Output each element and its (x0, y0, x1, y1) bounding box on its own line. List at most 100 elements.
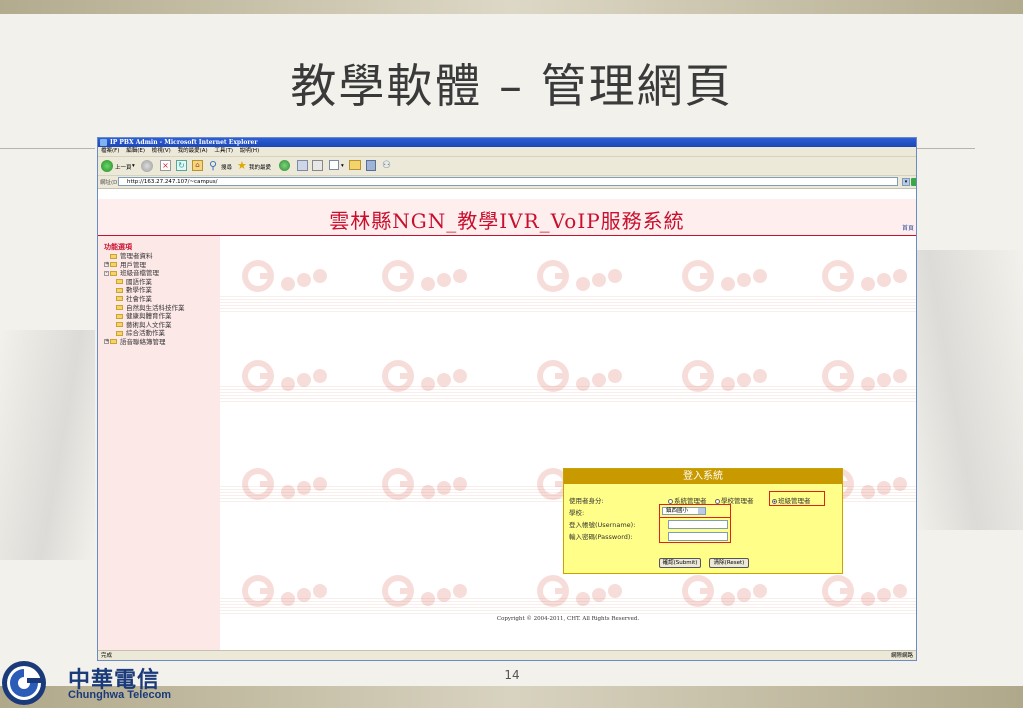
folder-icon (110, 339, 117, 345)
collapse-icon[interactable]: - (104, 270, 109, 276)
history-icon[interactable] (279, 160, 290, 171)
sidebar-item-label: 綜合活動作業 (126, 329, 165, 338)
menu-edit[interactable]: 編輯(E) (126, 148, 145, 154)
sidebar-item-admin-profile[interactable]: 管理者資料 (104, 252, 185, 261)
status-bar: 完成 網際網路 (98, 650, 916, 660)
watermark-logo-icon (240, 256, 330, 300)
watermark-logo-icon (820, 571, 910, 615)
main-area: 登入系統 使用者身分: 系統管理者 學校管理者 班級管理者 學校: 鎮西國小 登… (220, 236, 916, 650)
watermark-logo-icon (820, 256, 910, 300)
search-label[interactable]: 搜尋 (221, 163, 232, 171)
address-bar: 網址(D) http://163.27.247.107/~campus/ ▾ (98, 176, 916, 189)
search-icon[interactable]: ⚲ (209, 160, 220, 171)
home-icon[interactable]: ⌂ (192, 160, 203, 171)
folder-icon (110, 262, 117, 268)
messenger-icon[interactable]: ⚇ (382, 160, 394, 171)
print-icon[interactable] (312, 160, 323, 171)
expand-icon[interactable]: + (104, 339, 109, 345)
watermark-logo-icon (380, 571, 470, 615)
watermark-logo-icon (535, 256, 625, 300)
refresh-icon[interactable]: ↻ (176, 160, 187, 171)
sidebar-item-users[interactable]: + 用戶管理 (104, 261, 185, 270)
mail-icon[interactable] (297, 160, 308, 171)
browser-title: IP PBX Admin - Microsoft Internet Explor… (110, 139, 258, 146)
sidebar-item-math[interactable]: 數學作業 (104, 286, 185, 295)
submit-button[interactable]: 確認(Submit) (659, 558, 701, 568)
username-label: 登入帳號(Username): (569, 521, 636, 529)
sidebar-item-class-audio[interactable]: - 班級音檔管理 (104, 269, 185, 278)
highlight-box (659, 517, 731, 543)
watermark-logo-icon (380, 356, 470, 400)
menu-view[interactable]: 檢視(V) (152, 148, 171, 154)
back-label[interactable]: 上一頁 (115, 163, 132, 171)
background-decoration-left (0, 330, 95, 560)
folder-icon[interactable] (349, 160, 361, 170)
watermark-logo-icon (680, 571, 770, 615)
watermark-logo-icon (680, 356, 770, 400)
forward-icon[interactable] (141, 160, 153, 172)
sidebar-tree: 管理者資料 + 用戶管理 - 班級音檔管理 國語作業 數學作業 社會作業 自然與… (104, 252, 185, 347)
page-content: 雲林縣NGN_教學IVR_VoIP服務系統 首頁 功能選項 管理者資料 + 用戶管… (98, 199, 916, 650)
logo-text-en: Chunghwa Telecom (68, 689, 172, 701)
sidebar-item-voice-notebook[interactable]: + 語音聯絡簿管理 (104, 338, 185, 347)
folder-icon (116, 322, 123, 328)
back-icon[interactable] (101, 160, 113, 172)
sidebar-item-science[interactable]: 自然與生活科技作業 (104, 304, 185, 313)
watermark-logo-icon (535, 356, 625, 400)
reset-button[interactable]: 清除(Reset) (709, 558, 749, 568)
sidebar-item-label: 班級音檔管理 (120, 269, 159, 278)
go-icon[interactable] (911, 178, 916, 186)
sidebar-item-label: 社會作業 (126, 294, 152, 303)
sidebar-item-social[interactable]: 社會作業 (104, 295, 185, 304)
ie-icon (100, 139, 107, 146)
page-number: 14 (504, 668, 520, 682)
school-label: 學校: (569, 509, 585, 517)
highlight-box (659, 504, 731, 518)
home-link[interactable]: 首頁 (902, 223, 914, 232)
menu-bar: 檔案(F) 編輯(E) 檢視(V) 我的最愛(A) 工具(T) 說明(H) (98, 147, 916, 157)
watermark-logo-icon (380, 464, 470, 508)
folder-icon (116, 287, 123, 293)
browser-window: IP PBX Admin - Microsoft Internet Explor… (97, 137, 917, 661)
slide-top-band (0, 0, 1023, 14)
title-divider-right (915, 148, 975, 149)
status-zone: 網際網路 (890, 653, 913, 659)
page-header: 雲林縣NGN_教學IVR_VoIP服務系統 首頁 (98, 199, 916, 235)
menu-favorites[interactable]: 我的最愛(A) (178, 148, 208, 154)
radio-icon[interactable] (668, 498, 673, 504)
folder-icon (110, 270, 117, 276)
edit-icon[interactable] (329, 160, 339, 170)
edit-dropdown-icon[interactable]: ▾ (341, 163, 344, 169)
research-icon[interactable] (366, 160, 376, 171)
favorites-icon[interactable]: ★ (237, 160, 248, 171)
watermark-logo-icon (820, 356, 910, 400)
sidebar-item-label: 國語作業 (126, 277, 152, 286)
browser-toolbar: 上一頁 ▾ × ↻ ⌂ ⚲ 搜尋 ★ 我的最愛 ▾ ⚇ (98, 157, 916, 176)
watermark-logo-icon (240, 571, 330, 615)
back-dropdown-icon[interactable]: ▾ (132, 163, 135, 169)
copyright: Copyright © 2004-2011, CHT. All Rights R… (496, 616, 640, 622)
expand-icon[interactable]: + (104, 262, 109, 268)
favorites-label[interactable]: 我的最愛 (249, 163, 271, 171)
folder-icon (116, 305, 123, 311)
watermark-logo-icon (535, 571, 625, 615)
sidebar-item-label: 管理者資料 (120, 252, 153, 260)
radio-icon[interactable] (715, 498, 720, 504)
stop-icon[interactable]: × (160, 160, 171, 171)
folder-icon (116, 296, 123, 302)
background-decoration-right (913, 250, 1023, 530)
address-input[interactable]: http://163.27.247.107/~campus/ (118, 177, 898, 186)
sidebar: 功能選項 管理者資料 + 用戶管理 - 班級音檔管理 國語作業 數學作業 社會作… (98, 236, 220, 650)
sidebar-item-integrative[interactable]: 綜合活動作業 (104, 329, 185, 338)
password-label: 輸入密碼(Password): (569, 533, 633, 541)
sidebar-item-health[interactable]: 健康與體育作業 (104, 312, 185, 321)
address-dropdown-icon[interactable]: ▾ (902, 178, 910, 186)
menu-help[interactable]: 說明(H) (240, 148, 259, 154)
address-label: 網址(D) (100, 180, 120, 186)
menu-file[interactable]: 檔案(F) (101, 148, 119, 154)
system-title: 雲林縣NGN_教學IVR_VoIP服務系統 (329, 209, 685, 233)
sidebar-item-label: 健康與體育作業 (126, 312, 172, 321)
menu-tools[interactable]: 工具(T) (214, 148, 233, 154)
sidebar-item-label: 自然與生活科技作業 (126, 303, 185, 312)
watermark-logo-icon (380, 256, 470, 300)
